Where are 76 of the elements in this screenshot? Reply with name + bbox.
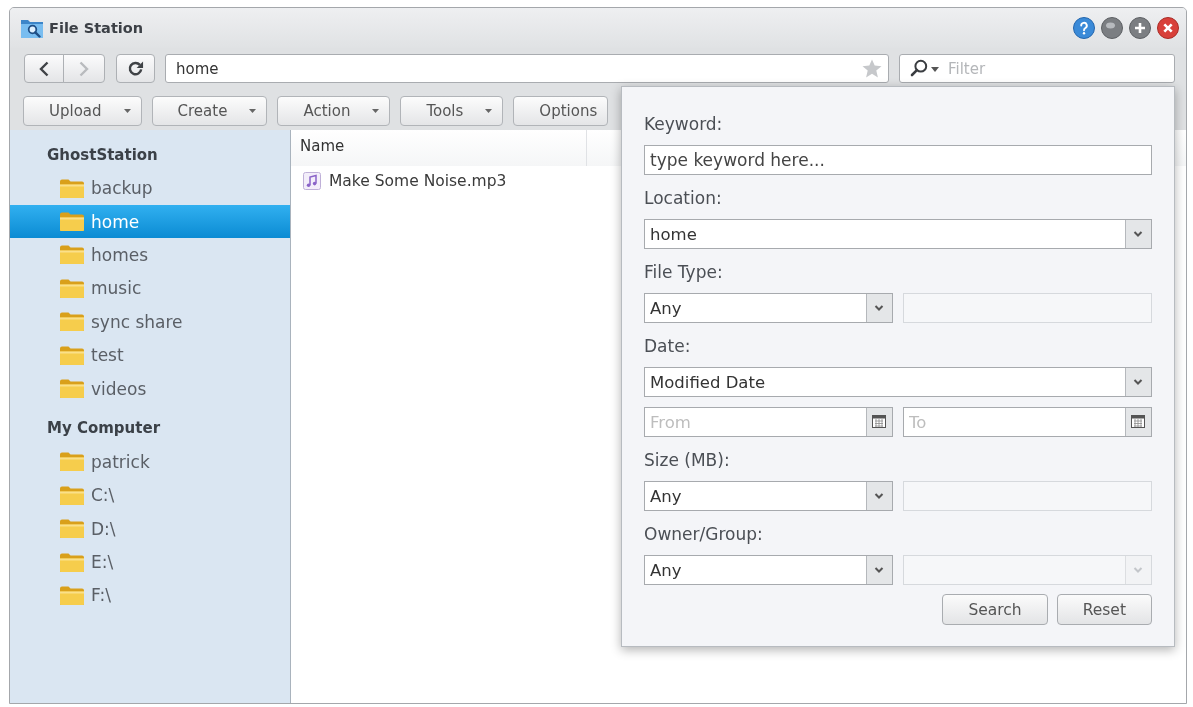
folder-icon [60,452,84,472]
chevron-right-icon [79,60,89,77]
folder-icon [60,519,84,539]
field-label: Date: [644,335,692,357]
folder-icon [60,485,84,505]
chevron-down-icon [866,294,892,322]
caret-down-icon [123,109,131,113]
sidebar-item[interactable]: patrick [10,445,290,479]
chevron-down-icon [1125,368,1151,396]
field-label: Size (MB): [644,449,731,471]
dropdown[interactable]: Modified Date [644,367,1152,397]
folder-icon [60,552,84,572]
folder-icon [60,312,84,332]
folder-icon [60,586,84,605]
toolbar-button[interactable]: Action [277,96,391,126]
sidebar-item[interactable]: videos [10,371,290,406]
music-file-icon [303,171,321,190]
date-field[interactable]: From [644,407,893,437]
folder-icon [60,278,84,298]
toolbar-button[interactable]: Upload [23,96,142,126]
dropdown[interactable]: home [644,219,1152,249]
dropdown[interactable]: Any [644,481,893,511]
text-field[interactable]: type keyword here... [644,145,1152,175]
calendar-icon[interactable] [866,408,892,436]
chevron-down-icon [1125,220,1151,248]
sidebar-item[interactable]: music [10,271,290,306]
plus-icon[interactable] [1129,17,1151,39]
dropdown[interactable]: Any [644,293,893,323]
sidebar-item[interactable]: E:\ [10,545,290,579]
column-header[interactable]: Name [291,130,587,166]
calendar-icon[interactable] [1125,408,1151,436]
minimize-icon[interactable] [1101,17,1123,39]
toolbar-button[interactable]: Options [513,96,609,126]
dialog-button[interactable]: Reset [1056,594,1152,625]
sidebar-item[interactable]: F:\ [10,578,290,613]
address-field[interactable]: home [165,54,889,83]
folder-icon [60,245,84,265]
caret-down-icon [249,109,257,113]
sidebar-item[interactable]: C:\ [10,478,290,512]
date-field[interactable]: To [903,407,1152,437]
caret-down-icon[interactable] [931,67,939,72]
chevron-down-icon [866,482,892,510]
refresh-button[interactable] [116,54,155,83]
chevron-left-icon [39,60,49,77]
filter-field[interactable]: Filter [899,54,1175,83]
sidebar-item[interactable]: sync share [10,305,290,339]
sidebar-item[interactable]: D:\ [10,512,290,546]
caret-down-icon [485,109,493,113]
field-label: File Type: [644,261,724,283]
toolbar-button[interactable]: Create [151,96,268,126]
chevron-down-icon [866,556,892,584]
back-button[interactable] [24,54,64,83]
dropdown[interactable]: Any [644,555,893,585]
help-icon[interactable] [1073,17,1095,39]
caret-down-icon [372,109,380,113]
sidebar-group-title: GhostStation [46,144,159,166]
sidebar-item[interactable]: test [10,338,290,372]
search-icon[interactable] [910,59,928,77]
sidebar-item[interactable]: backup [10,171,290,205]
folder-magnifier-icon [21,18,43,38]
toolbar-button[interactable]: Tools [400,96,504,126]
folder-icon [60,379,84,399]
refresh-icon [127,60,144,77]
field-label: Location: [644,187,723,209]
sidebar-item[interactable]: homes [10,238,290,272]
field-label: Owner/Group: [644,523,764,545]
folder-icon [60,345,84,365]
sidebar-group-title: My Computer [46,418,162,440]
close-icon[interactable] [1157,17,1179,39]
window-title: File Station [49,20,144,36]
dialog-button[interactable]: Search [942,594,1048,625]
file-row[interactable]: Make Some Noise.mp3 [291,166,513,195]
folder-icon [60,178,84,198]
folder-icon [60,212,84,232]
star-icon[interactable] [862,59,882,78]
field-label: Keyword: [644,113,724,135]
